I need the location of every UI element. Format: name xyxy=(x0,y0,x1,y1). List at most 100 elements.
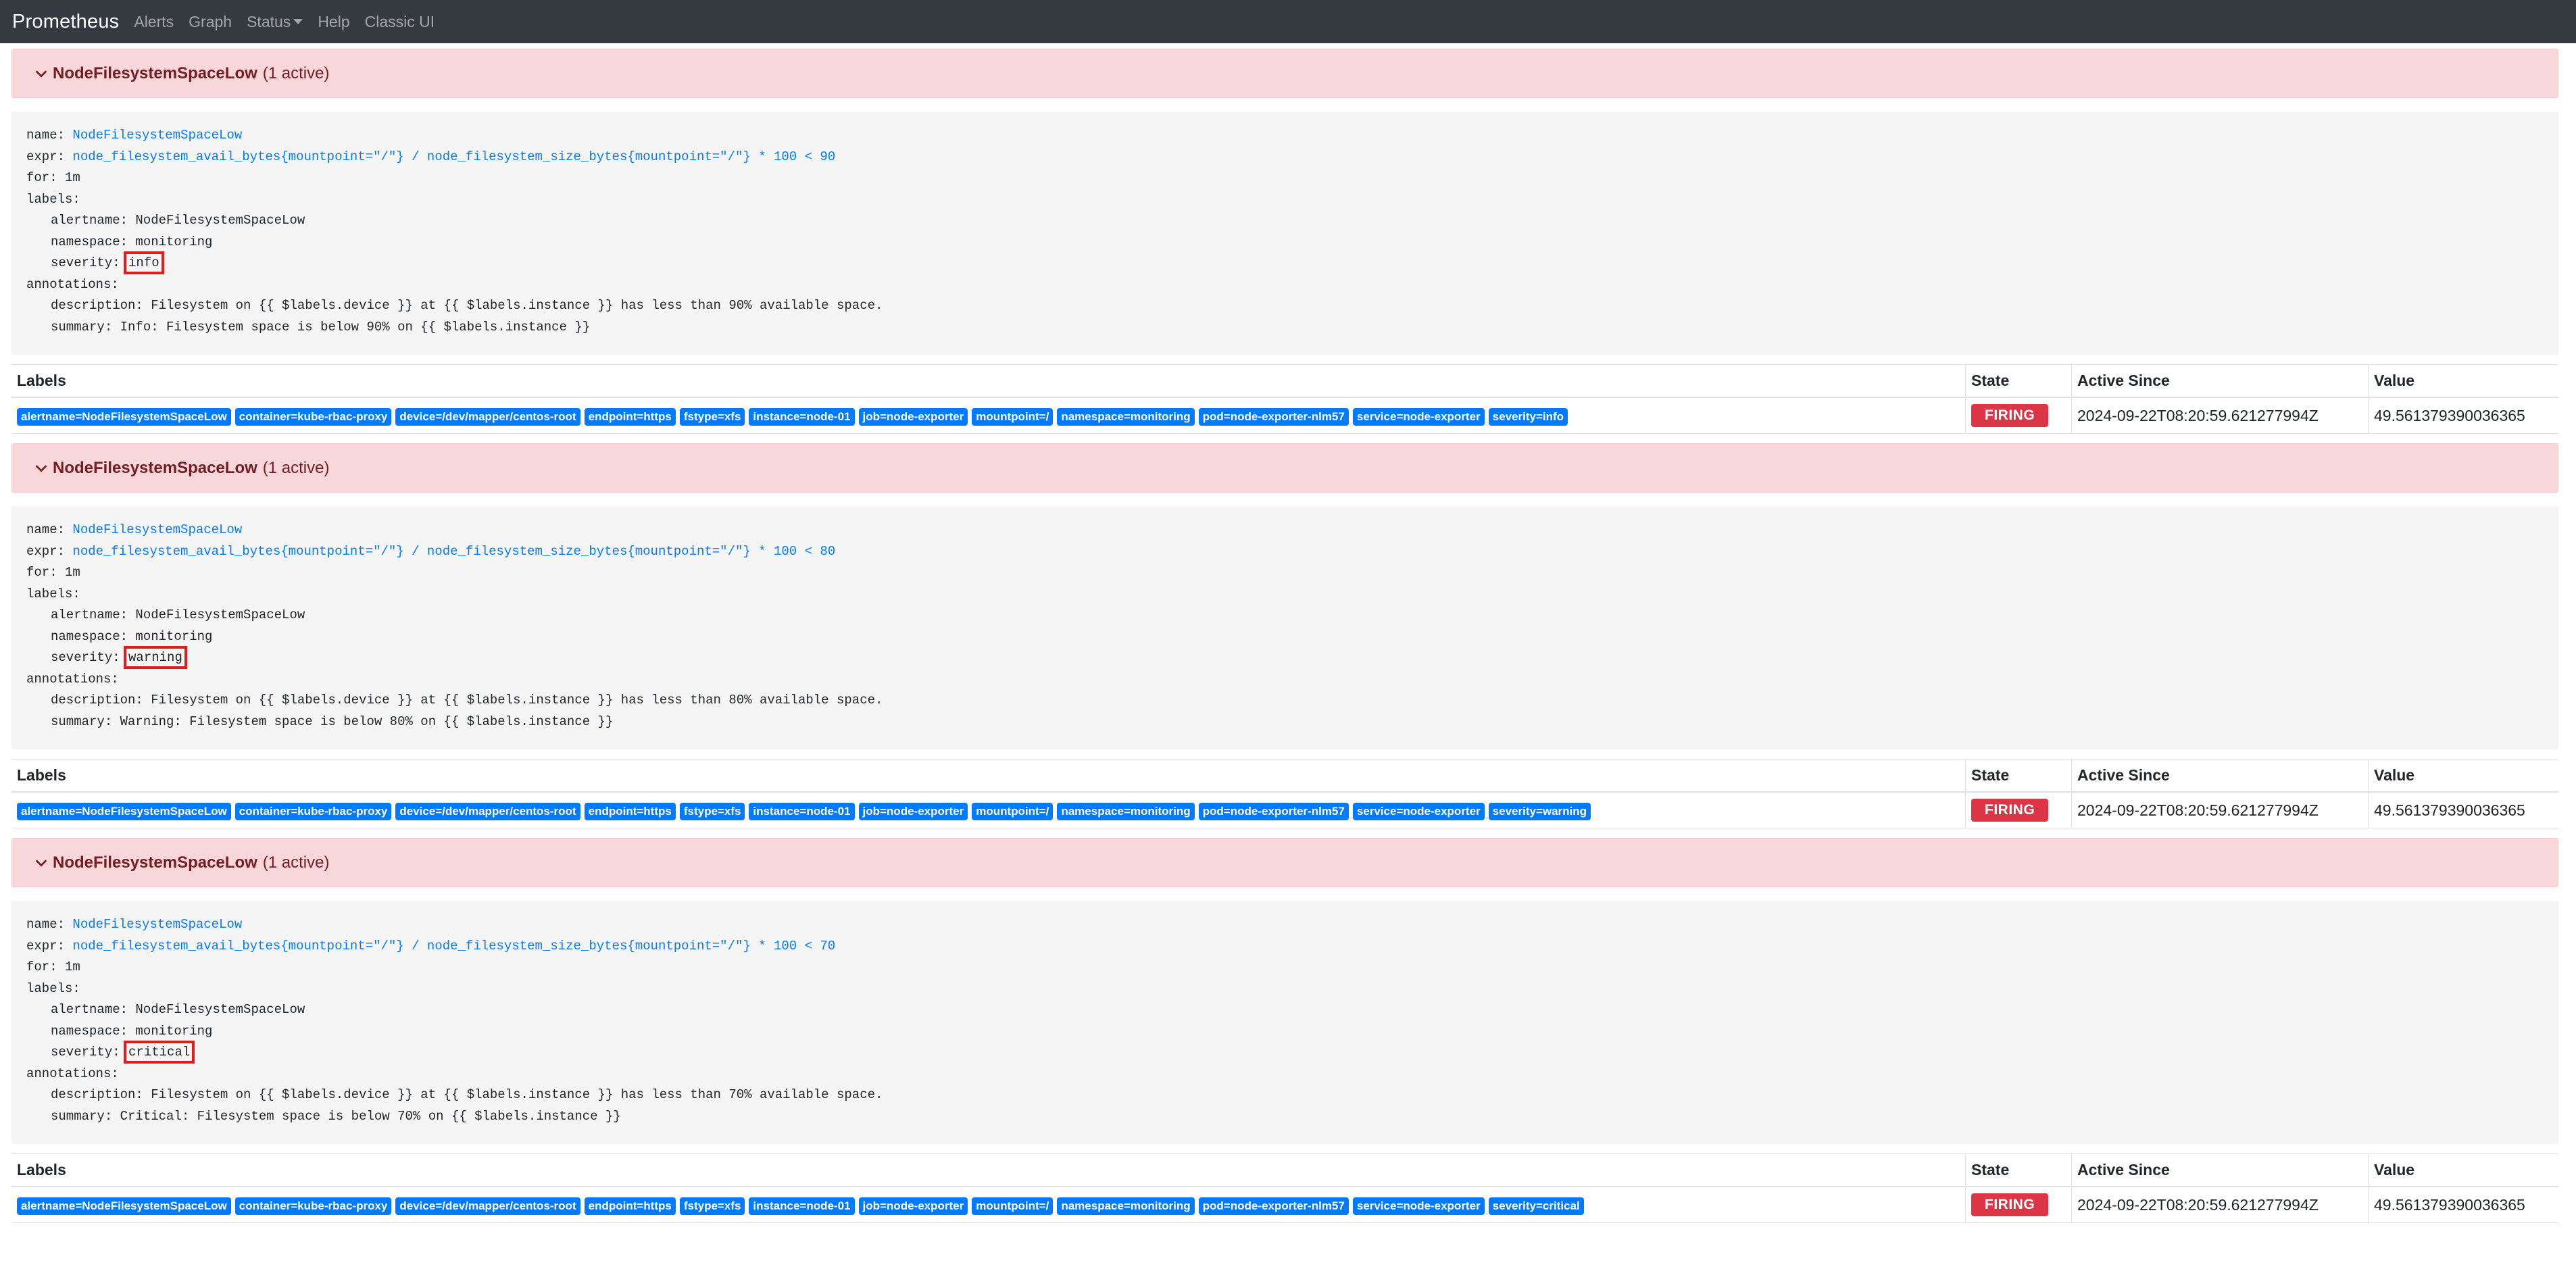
label-badge: device=/dev/mapper/centos-root xyxy=(395,1197,580,1215)
rule-annotations-heading: annotations: xyxy=(26,1066,119,1081)
header-state: State xyxy=(1965,364,2072,398)
label-badge: service=node-exporter xyxy=(1352,802,1485,820)
rule-expr-link[interactable]: node_filesystem_avail_bytes{mountpoint="… xyxy=(72,149,835,164)
header-active-since: Active Since xyxy=(2071,759,2369,793)
rule-label-namespace: namespace: monitoring xyxy=(51,628,213,644)
rule-definition: name: NodeFilesystemSpaceLow expr: node_… xyxy=(11,506,2558,749)
rule-label-alertname: alertname: NodeFilesystemSpaceLow xyxy=(51,607,305,622)
label-badge: namespace=monitoring xyxy=(1057,407,1195,426)
rule-annotations-heading: annotations: xyxy=(26,671,119,687)
table-header-row: Labels State Active Since Value xyxy=(11,364,2558,398)
header-active-since: Active Since xyxy=(2071,1153,2369,1187)
rule-name-line: name: NodeFilesystemSpaceLow xyxy=(26,917,243,932)
nav-help[interactable]: Help xyxy=(318,13,349,31)
caret-down-icon xyxy=(293,19,303,24)
chevron-down-icon xyxy=(35,70,47,78)
labels-cell: alertname=NodeFilesystemSpaceLow containe… xyxy=(11,397,1966,434)
nav-graph[interactable]: Graph xyxy=(189,13,232,31)
firing-badge: FIRING xyxy=(1971,799,2049,822)
label-badge: device=/dev/mapper/centos-root xyxy=(395,802,580,820)
table-row: alertname=NodeFilesystemSpaceLow containe… xyxy=(11,1187,2558,1223)
label-badge: pod=node-exporter-nlm57 xyxy=(1198,407,1349,426)
label-badge: instance=node-01 xyxy=(749,802,855,820)
label-badge: pod=node-exporter-nlm57 xyxy=(1198,1197,1349,1215)
alerts-table: Labels State Active Since Value alertnam… xyxy=(11,1153,2558,1223)
label-badge: mountpoint=/ xyxy=(972,407,1054,426)
active-since-cell: 2024-09-22T08:20:59.621277994Z xyxy=(2071,397,2369,434)
label-badge: fstype=xfs xyxy=(679,407,745,426)
rule-expr-link[interactable]: node_filesystem_avail_bytes{mountpoint="… xyxy=(72,544,835,559)
rule-label-namespace: namespace: monitoring xyxy=(51,234,213,249)
label-badge: device=/dev/mapper/centos-root xyxy=(395,407,580,426)
label-badge: endpoint=https xyxy=(584,802,676,820)
rule-label-alertname: alertname: NodeFilesystemSpaceLow xyxy=(51,213,305,228)
label-badge: fstype=xfs xyxy=(679,1197,745,1215)
rule-annotation-summary: summary: Info: Filesystem space is below… xyxy=(51,319,591,334)
state-cell: FIRING xyxy=(1965,792,2072,828)
rule-expr-line: expr: node_filesystem_avail_bytes{mountp… xyxy=(26,938,836,953)
label-badge: endpoint=https xyxy=(584,1197,676,1215)
rule-definition: name: NodeFilesystemSpaceLow expr: node_… xyxy=(11,901,2558,1144)
nav-classic-ui[interactable]: Classic UI xyxy=(365,13,435,31)
header-value: Value xyxy=(2368,1153,2558,1187)
alert-group-name: NodeFilesystemSpaceLow xyxy=(53,64,257,82)
label-badge: job=node-exporter xyxy=(858,1197,968,1215)
label-badge: mountpoint=/ xyxy=(972,802,1054,820)
alert-group-name: NodeFilesystemSpaceLow xyxy=(53,853,257,872)
rule-annotation-description: description: Filesystem on {{ $labels.de… xyxy=(51,693,883,707)
rule-expr-line: expr: node_filesystem_avail_bytes{mountp… xyxy=(26,149,836,164)
rule-annotation-description: description: Filesystem on {{ $labels.de… xyxy=(51,298,883,313)
header-labels: Labels xyxy=(11,759,1966,793)
table-row: alertname=NodeFilesystemSpaceLow containe… xyxy=(11,792,2558,828)
nav-alerts[interactable]: Alerts xyxy=(134,13,174,31)
rule-name-link[interactable]: NodeFilesystemSpaceLow xyxy=(72,522,242,537)
rule-label-namespace: namespace: monitoring xyxy=(51,1023,213,1039)
rule-name-line: name: NodeFilesystemSpaceLow xyxy=(26,522,243,537)
firing-badge: FIRING xyxy=(1971,404,2049,427)
label-badge: mountpoint=/ xyxy=(972,1197,1054,1215)
brand-logo[interactable]: Prometheus xyxy=(12,11,119,33)
label-badge: severity=warning xyxy=(1488,802,1591,820)
rule-name-link[interactable]: NodeFilesystemSpaceLow xyxy=(72,917,242,932)
label-badge: severity=info xyxy=(1488,407,1568,426)
table-header-row: Labels State Active Since Value xyxy=(11,759,2558,793)
label-badge: alertname=NodeFilesystemSpaceLow xyxy=(17,407,231,426)
rule-expr-line: expr: node_filesystem_avail_bytes{mountp… xyxy=(26,543,836,559)
rule-label-severity: severity: info xyxy=(51,251,164,274)
alert-group-count: (1 active) xyxy=(262,458,330,477)
rule-labels-heading: labels: xyxy=(26,980,80,996)
rule-expr-link[interactable]: node_filesystem_avail_bytes{mountpoint="… xyxy=(72,939,835,953)
label-badge: container=kube-rbac-proxy xyxy=(234,802,392,820)
alert-group-header[interactable]: NodeFilesystemSpaceLow (1 active) xyxy=(11,49,2558,98)
label-badge: alertname=NodeFilesystemSpaceLow xyxy=(17,1197,231,1215)
header-state: State xyxy=(1965,759,2072,793)
rule-annotation-summary: summary: Warning: Filesystem space is be… xyxy=(51,714,614,729)
alert-group: NodeFilesystemSpaceLow (1 active) name: … xyxy=(11,49,2558,434)
header-state: State xyxy=(1965,1153,2072,1187)
alert-group-header[interactable]: NodeFilesystemSpaceLow (1 active) xyxy=(11,443,2558,493)
alert-group: NodeFilesystemSpaceLow (1 active) name: … xyxy=(11,443,2558,828)
value-cell: 49.561379390036365 xyxy=(2368,1187,2558,1223)
nav-status-dropdown[interactable]: Status xyxy=(247,13,303,31)
label-badge: container=kube-rbac-proxy xyxy=(234,407,392,426)
alert-group-count: (1 active) xyxy=(262,853,330,872)
alert-group-header[interactable]: NodeFilesystemSpaceLow (1 active) xyxy=(11,838,2558,887)
label-badge: severity=critical xyxy=(1488,1197,1584,1215)
label-badge: job=node-exporter xyxy=(858,407,968,426)
rule-annotation-description: description: Filesystem on {{ $labels.de… xyxy=(51,1087,883,1102)
rule-name-line: name: NodeFilesystemSpaceLow xyxy=(26,128,243,143)
alerts-container: NodeFilesystemSpaceLow (1 active) name: … xyxy=(0,43,2576,1223)
labels-cell: alertname=NodeFilesystemSpaceLow containe… xyxy=(11,792,1966,828)
rule-annotations-heading: annotations: xyxy=(26,276,119,292)
rule-for-line: for: 1m xyxy=(26,960,80,974)
label-badge: instance=node-01 xyxy=(749,407,855,426)
alerts-table: Labels State Active Since Value alertnam… xyxy=(11,364,2558,434)
alert-group-name: NodeFilesystemSpaceLow xyxy=(53,458,257,477)
table-row: alertname=NodeFilesystemSpaceLow containe… xyxy=(11,397,2558,434)
label-badge: namespace=monitoring xyxy=(1057,802,1195,820)
rule-name-link[interactable]: NodeFilesystemSpaceLow xyxy=(72,128,242,143)
table-header-row: Labels State Active Since Value xyxy=(11,1153,2558,1187)
label-badge: job=node-exporter xyxy=(858,802,968,820)
active-since-cell: 2024-09-22T08:20:59.621277994Z xyxy=(2071,1187,2369,1223)
top-navbar: Prometheus Alerts Graph Status Help Clas… xyxy=(0,0,2576,43)
